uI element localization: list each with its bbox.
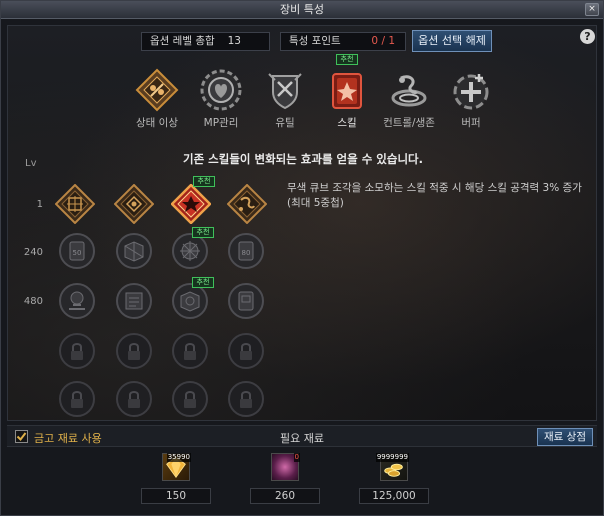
level-label-1: 1 (36, 199, 43, 210)
trait-node-r3c3[interactable]: 추천 (172, 277, 214, 323)
gold-coins-icon: 9999999 (375, 453, 409, 481)
owned-count: 0 (293, 453, 300, 462)
option-level-label: 옵션 레벨 총합 (150, 35, 215, 47)
locked-node-lock-icon (228, 333, 268, 373)
required-amount: 150 (141, 488, 211, 504)
required-amount: 260 (250, 488, 320, 504)
trait-points: 특성 포인트 0 / 1 (280, 32, 406, 51)
trait-points-value: 0 / 1 (371, 35, 395, 47)
tab-control-survival[interactable]: 컨트롤/생존 (379, 68, 439, 130)
tab-control-survival-label: 컨트롤/생존 (383, 117, 435, 129)
option-level-total: 옵션 레벨 총합 13 (141, 32, 270, 51)
tab-mp-management-label: MP관리 (203, 117, 239, 129)
recommend-badge: 추천 (336, 54, 358, 65)
tab-status-effect-label: 상태 이상 (136, 117, 178, 129)
tab-status-effect[interactable]: 상태 이상 (127, 68, 187, 130)
equipment-trait-window: 장비 특성 × ? 옵션 레벨 총합 13 특성 포인트 0 / 1 옵션 선택… (0, 0, 604, 516)
trait-node-r2c4[interactable]: 80 (228, 233, 268, 273)
mp-management-icon (199, 68, 243, 112)
utility-icon (263, 68, 307, 112)
trait-node-r1c2[interactable] (114, 184, 154, 224)
svg-text:80: 80 (242, 249, 251, 257)
recommend-badge: 추천 (192, 277, 214, 288)
trait-node-r1c3-selected[interactable]: 추천 (171, 176, 215, 224)
recommend-badge: 추천 (193, 176, 215, 187)
tab-utility-label: 유틸 (275, 117, 295, 129)
owned-count: 9999999 (375, 453, 409, 462)
trait-node-r1c1[interactable] (55, 184, 95, 224)
help-icon[interactable]: ? (580, 29, 595, 44)
locked-node-lock-icon (172, 333, 212, 373)
materials-bar: 금고 재료 사용 필요 재료 재료 상점 (7, 425, 597, 447)
svg-text:50: 50 (73, 249, 82, 257)
control-survival-icon (387, 68, 431, 112)
pink-orb-icon: 0 (271, 453, 300, 481)
tab-mp-management[interactable]: MP관리 (191, 68, 251, 130)
option-level-value: 13 (227, 35, 241, 47)
buffer-icon (449, 68, 493, 112)
reset-option-button[interactable]: 옵션 선택 해제 (412, 30, 492, 52)
gold-crystal-icon: 35990 (162, 453, 191, 481)
level-label-480: 480 (23, 296, 43, 307)
trait-node-r2c3[interactable]: 추천 (172, 227, 214, 273)
tab-skill-label: 스킬 (337, 117, 357, 129)
tab-utility[interactable]: 유틸 (255, 68, 315, 130)
selected-trait-description: 무색 큐브 조각을 소모하는 스킬 적중 시 해당 스킬 공격력 3% 증가 (… (287, 182, 582, 209)
material-store-button[interactable]: 재료 상점 (537, 428, 593, 446)
trait-node-r2c1[interactable]: 50 (59, 233, 99, 273)
status-effect-icon (135, 68, 179, 112)
locked-node-lock-icon (116, 333, 156, 373)
locked-node-lock-icon (59, 333, 99, 373)
locked-node-lock-icon (59, 381, 99, 421)
recommend-badge: 추천 (192, 227, 214, 238)
locked-node-lock-icon (228, 381, 268, 421)
trait-node-r3c1[interactable] (59, 283, 99, 323)
tab-buffer-label: 버퍼 (461, 117, 481, 129)
window-titlebar[interactable]: 장비 특성 × (1, 1, 603, 19)
window-title: 장비 특성 (280, 3, 324, 16)
trait-points-label: 특성 포인트 (289, 35, 341, 47)
tab-skill[interactable]: 추천 스킬 (317, 54, 377, 130)
required-amount: 125,000 (359, 488, 429, 504)
locked-node-lock-icon (116, 381, 156, 421)
trait-node-r3c4[interactable] (228, 283, 268, 323)
required-materials-title: 필요 재료 (280, 432, 324, 445)
locked-node-lock-icon (172, 381, 212, 421)
category-description: 기존 스킬들이 변화되는 효과를 얻을 수 있습니다. (183, 152, 423, 166)
skill-icon: 추천 (325, 54, 369, 112)
owned-count: 35990 (166, 453, 191, 462)
material-slot-gold-coins[interactable]: 9999999 125,000 (359, 453, 429, 504)
level-label-240: 240 (23, 247, 43, 258)
trait-node-r2c2[interactable] (116, 233, 156, 273)
trait-node-r1c4[interactable] (227, 184, 267, 224)
tab-buffer[interactable]: 버퍼 (441, 68, 501, 130)
material-slot-gold-crystal[interactable]: 35990 150 (141, 453, 211, 504)
material-slot-pink-orb[interactable]: 0 260 (250, 453, 320, 504)
trait-node-r3c2[interactable] (116, 283, 156, 323)
close-button[interactable]: × (585, 3, 599, 16)
level-column-header: Lv (25, 158, 37, 169)
